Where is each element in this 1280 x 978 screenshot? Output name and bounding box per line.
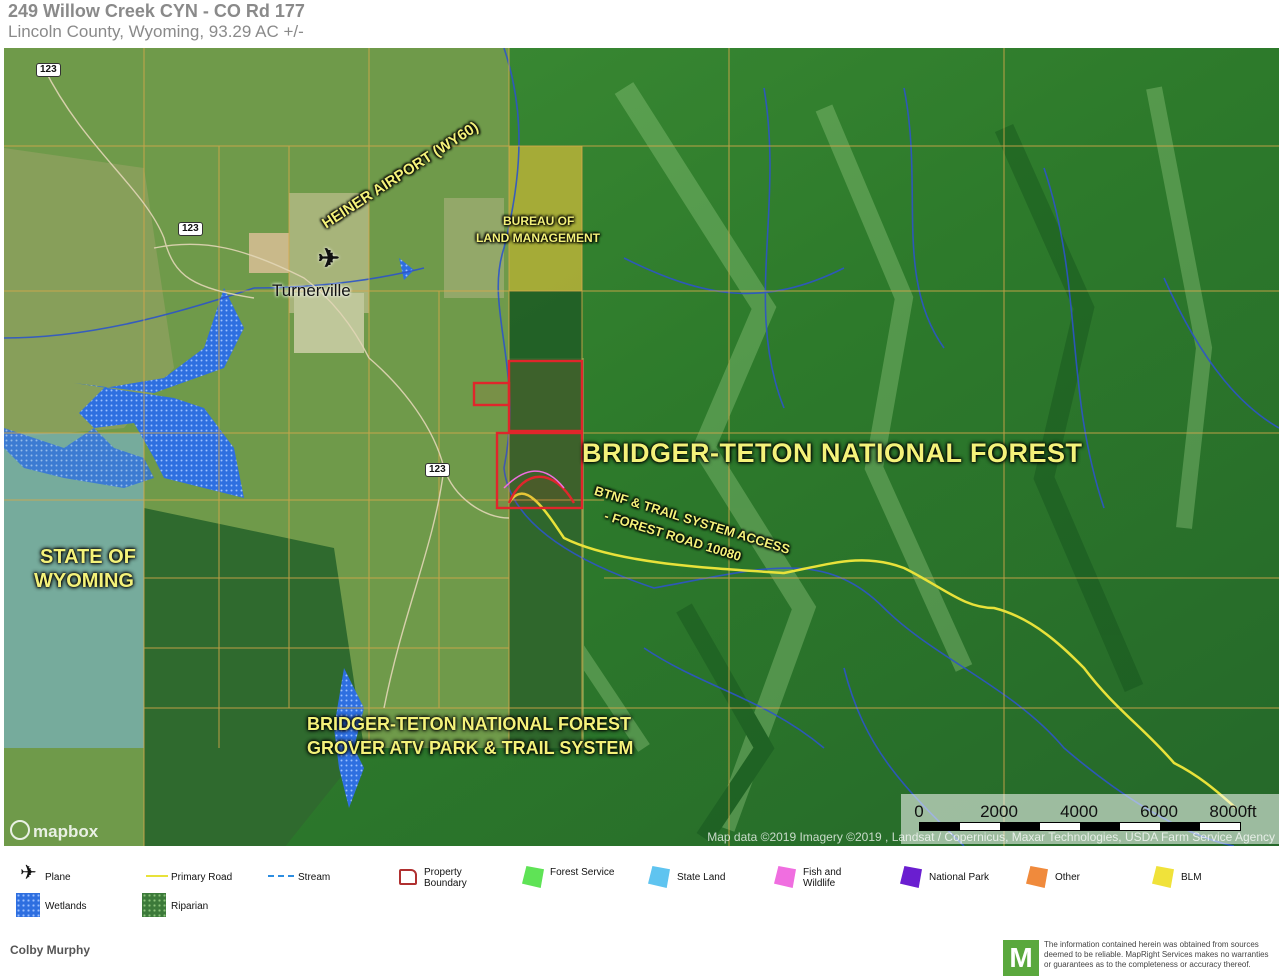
legend-label-plane: Plane — [45, 872, 71, 883]
scale-label: 6000 — [1140, 802, 1178, 821]
national-park-swatch — [900, 866, 922, 888]
map-attribution[interactable]: Map data ©2019 Imagery ©2019 , Landsat /… — [707, 830, 1275, 844]
town-label: Turnerville — [272, 281, 351, 300]
forest-service-swatch — [522, 866, 544, 888]
state-label-line2: WYOMING — [34, 570, 134, 592]
riparian-swatch — [142, 893, 166, 917]
legend-label-national-park: National Park — [929, 872, 990, 883]
road-shield: 123 — [36, 63, 61, 77]
legend-label-state-land: State Land — [677, 872, 726, 883]
field-area — [294, 293, 364, 353]
legend-label-blm: BLM — [1181, 872, 1202, 883]
road-shield: 123 — [425, 463, 450, 477]
plane-icon: ✈ — [318, 243, 340, 273]
scale-label: 8000ft — [1209, 802, 1257, 821]
blm-label-line2: LAND MANAGEMENT — [476, 231, 600, 245]
scale-label: 0 — [914, 802, 924, 821]
state-land-swatch — [648, 866, 670, 888]
field-area — [444, 198, 504, 298]
legend-label-wetlands: Wetlands — [45, 901, 87, 912]
property-boundary-icon — [399, 869, 417, 885]
legend-label-stream: Stream — [298, 872, 331, 883]
legend-label-forest-service: Forest Service — [550, 867, 615, 878]
legend-label-other: Other — [1055, 872, 1081, 883]
scale-label: 2000 — [980, 802, 1018, 821]
national-forest-label: BRIDGER-TETON NATIONAL FOREST — [582, 438, 1083, 468]
scale-label: 4000 — [1060, 802, 1098, 821]
other-swatch — [1026, 866, 1048, 888]
fish-wildlife-swatch — [774, 866, 796, 888]
wetlands-swatch — [16, 893, 40, 917]
agent-name: Colby Murphy — [10, 943, 90, 957]
legend-label-fish-wildlife: Fish and Wildlife — [803, 867, 842, 889]
grover-label-line2: GROVER ATV PARK & TRAIL SYSTEM — [307, 738, 634, 758]
legend-label-property-boundary: Property Boundary — [424, 867, 467, 889]
stream-line-icon — [268, 875, 294, 877]
disclaimer-text: The information contained herein was obt… — [1044, 940, 1269, 969]
mapright-logo: M — [1003, 940, 1039, 976]
page-title: 249 Willow Creek CYN - CO Rd 177 — [8, 1, 305, 21]
map-canvas[interactable]: HEINER AIRPORT (WY60) ✈ Turnerville BURE… — [4, 48, 1279, 846]
blm-swatch — [1152, 866, 1174, 888]
road-line-icon — [146, 875, 168, 877]
blm-label-line1: BUREAU OF — [503, 214, 575, 228]
field-area — [249, 233, 289, 273]
road-shield: 123 — [178, 222, 203, 236]
grover-label-line1: BRIDGER-TETON NATIONAL FOREST — [307, 714, 631, 734]
mapbox-logo[interactable]: mapbox — [10, 820, 98, 842]
legend-label-primary-road: Primary Road — [171, 872, 233, 883]
legend-label-riparian: Riparian — [171, 901, 209, 912]
state-label-line1: STATE OF — [40, 546, 136, 568]
page-subtitle: Lincoln County, Wyoming, 93.29 AC +/- — [8, 22, 304, 41]
plane-icon: ✈ — [20, 862, 37, 884]
